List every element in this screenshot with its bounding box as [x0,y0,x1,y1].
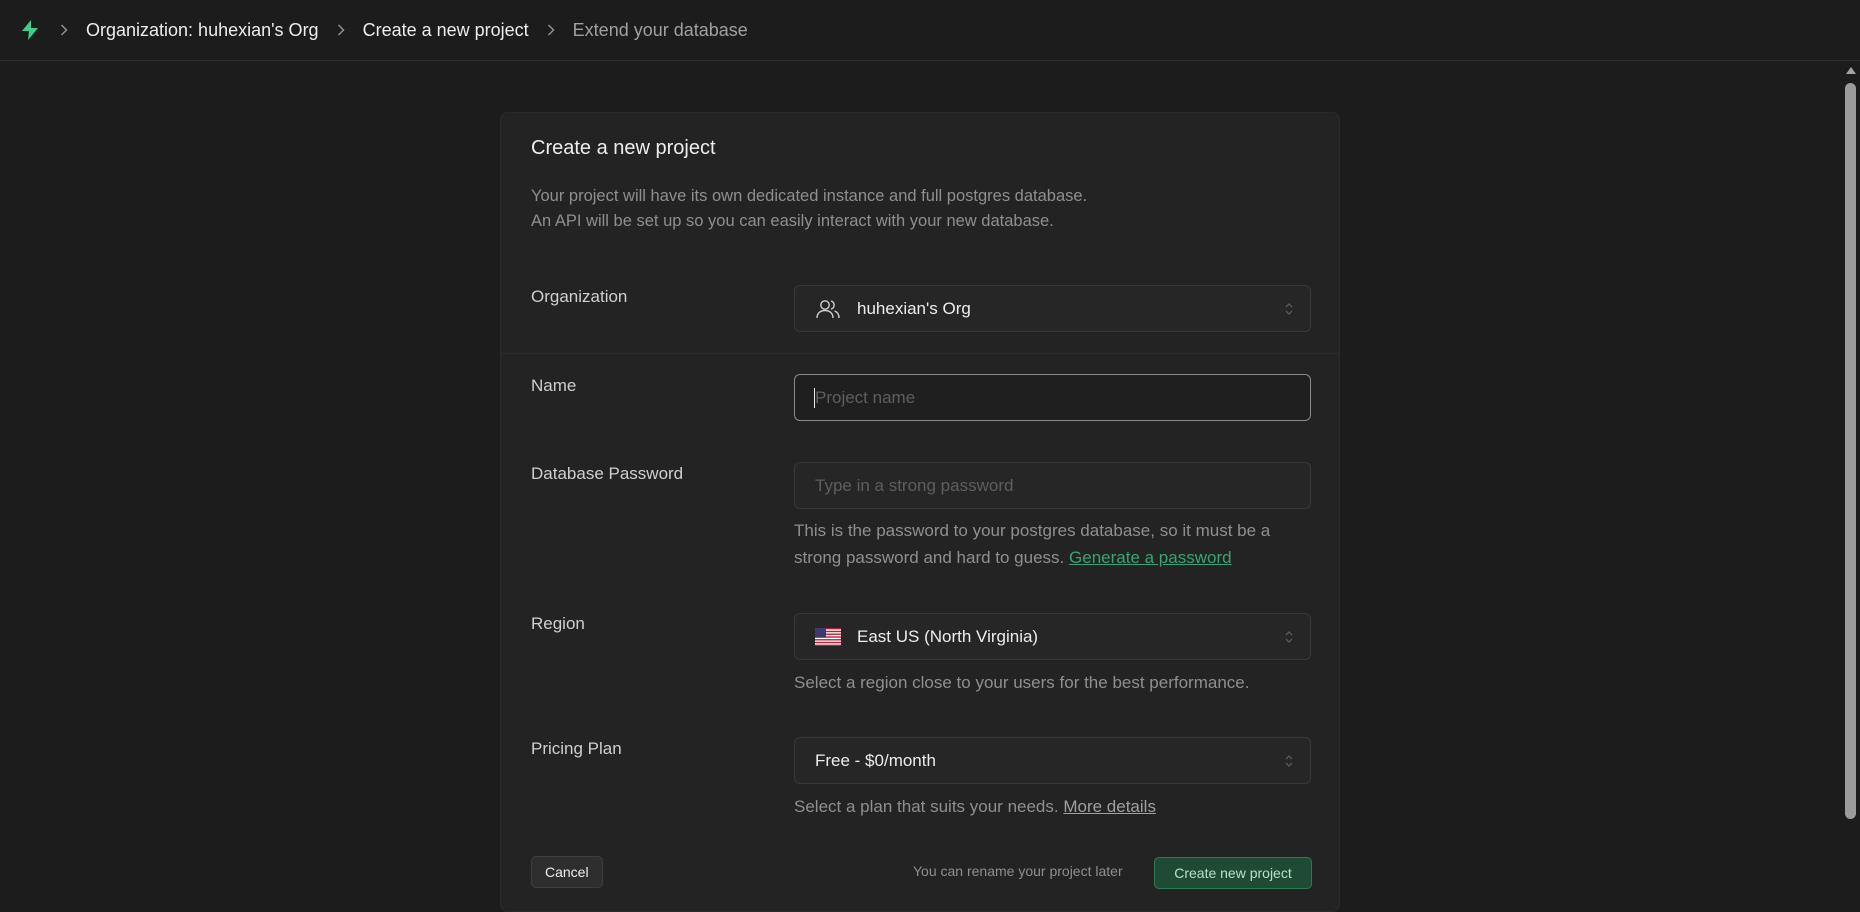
scroll-thumb[interactable] [1845,83,1856,819]
pricing-plan-value: Free - $0/month [815,750,936,770]
card-description: Your project will have its own dedicated… [531,184,1087,234]
database-password-input[interactable] [815,475,1310,496]
pricing-plan-label: Pricing Plan [531,739,622,758]
select-chevron-icon [1285,303,1293,315]
generate-password-link[interactable]: Generate a password [1069,548,1232,567]
password-help-text: This is the password to your postgres da… [794,517,1314,571]
us-flag-icon [815,627,841,646]
pricing-plan-select[interactable]: Free - $0/month [794,737,1311,784]
description-line-2: An API will be set up so you can easily … [531,212,1054,230]
organization-label: Organization [531,287,628,306]
project-name-field[interactable] [794,374,1311,421]
organization-value: huhexian's Org [857,298,971,318]
create-project-button[interactable]: Create new project [1154,857,1312,889]
description-line-1: Your project will have its own dedicated… [531,187,1088,205]
password-help-line-2: strong password and hard to guess. Gener… [794,548,1232,567]
breadcrumb-extend-database[interactable]: Extend your database [573,20,748,41]
select-chevron-icon [1285,631,1293,643]
chevron-right-icon [337,24,345,36]
breadcrumb-organization[interactable]: Organization: huhexian's Org [86,20,319,41]
region-select[interactable]: East US (North Virginia) [794,613,1311,660]
project-name-input[interactable] [815,387,1310,408]
text-caret [814,388,815,408]
top-bar: Organization: huhexian's Org Create a ne… [0,0,1860,61]
region-help-text: Select a region close to your users for … [794,673,1250,692]
chevron-right-icon [60,24,68,36]
create-project-card: Create a new project Your project will h… [500,112,1340,912]
pricing-plan-help-text: Select a plan that suits your needs. Mor… [794,797,1156,816]
chevron-right-icon [547,24,555,36]
select-chevron-icon [1285,755,1293,767]
users-icon [815,298,841,320]
name-label: Name [531,376,577,395]
cancel-button[interactable]: Cancel [531,856,603,888]
region-label: Region [531,614,585,633]
card-title: Create a new project [531,137,716,159]
region-value: East US (North Virginia) [857,626,1039,646]
password-help-line-1: This is the password to your postgres da… [794,521,1271,540]
rename-note: You can rename your project later [913,863,1123,879]
page-scrollbar[interactable] [1841,61,1860,892]
scroll-up-arrow-icon[interactable] [1846,67,1856,74]
breadcrumb-create-project[interactable]: Create a new project [363,20,529,41]
supabase-logo-icon[interactable] [18,18,42,42]
organization-select[interactable]: huhexian's Org [794,285,1311,332]
database-password-label: Database Password [531,464,684,483]
database-password-field[interactable] [794,462,1311,509]
section-divider [501,353,1339,354]
more-details-link[interactable]: More details [1063,797,1156,816]
